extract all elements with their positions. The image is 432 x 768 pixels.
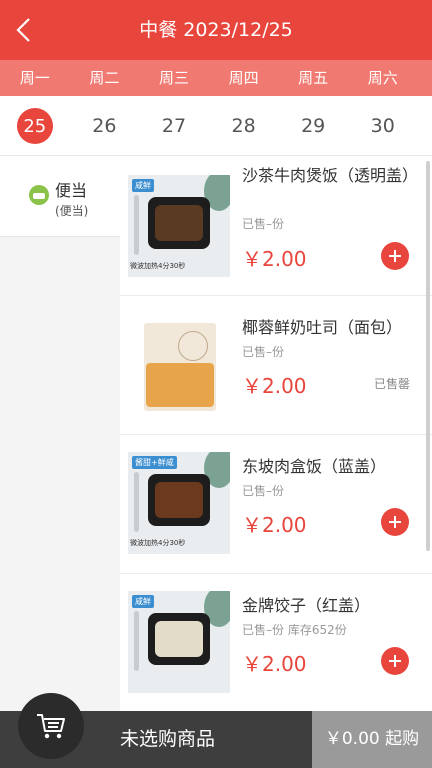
weekday-label: 周二 xyxy=(89,69,120,87)
weekday-label: 周三 xyxy=(158,69,189,87)
product-list[interactable]: 咸鲜 微波加热4分30秒 沙茶牛肉煲饭（透明盖） 已售–份 ￥2.00 椰蓉鲜奶… xyxy=(120,157,432,711)
product-image xyxy=(128,315,230,417)
date-selected[interactable]: 25 xyxy=(0,96,70,156)
product-name: 沙茶牛肉煲饭（透明盖） xyxy=(242,166,419,185)
weekday-label: 周五 xyxy=(298,69,329,87)
flavor-tag: 咸鲜 xyxy=(132,595,154,608)
product-price: ￥2.00 xyxy=(242,374,307,398)
date-option[interactable]: 26 xyxy=(70,96,140,156)
checkout-button[interactable]: ￥0.00 起购 xyxy=(312,711,432,768)
cart-icon xyxy=(37,714,65,739)
plus-icon xyxy=(389,516,401,528)
date-option[interactable]: 28 xyxy=(209,96,279,156)
category-item-bento[interactable]: 便当 (便当) xyxy=(0,157,120,237)
plus-icon xyxy=(389,655,401,667)
product-price: ￥2.00 xyxy=(242,652,307,676)
flavor-tag: 咸鲜 xyxy=(132,179,154,192)
date-number: 25 xyxy=(16,108,53,144)
date-option[interactable]: 30 xyxy=(348,96,418,156)
sold-count: 已售–份 xyxy=(242,217,285,231)
product-price: ￥2.00 xyxy=(242,247,307,271)
product-image: 咸鲜 xyxy=(128,591,230,693)
app-header: 中餐 2023/12/25 xyxy=(0,0,432,60)
sold-count: 已售–份 xyxy=(242,345,285,359)
product-price: ￥2.00 xyxy=(242,513,307,537)
date-option[interactable]: 27 xyxy=(139,96,209,156)
flavor-tag: 酱甜+鲜咸 xyxy=(132,456,177,469)
product-item[interactable]: 咸鲜 微波加热4分30秒 沙茶牛肉煲饭（透明盖） 已售–份 ￥2.00 xyxy=(120,157,432,296)
weekday-label: 周一 xyxy=(19,69,50,87)
category-subtitle: (便当) xyxy=(55,204,89,218)
heating-tip: 微波加热4分30秒 xyxy=(130,539,186,547)
product-item[interactable]: 咸鲜 金牌饺子（红盖） 已售–份 库存652份 ￥2.00 xyxy=(120,574,432,711)
bento-icon xyxy=(29,185,49,205)
product-item[interactable]: 酱甜+鲜咸 微波加热4分30秒 东坡肉盒饭（蓝盖） 已售–份 ￥2.00 xyxy=(120,435,432,574)
scrollbar[interactable] xyxy=(426,161,430,551)
sold-count: 已售–份 库存652份 xyxy=(242,623,347,637)
add-to-cart-button[interactable] xyxy=(381,242,409,270)
product-item[interactable]: 椰蓉鲜奶吐司（面包） 已售–份 ￥2.00 已售罄 xyxy=(120,296,432,435)
product-name: 金牌饺子（红盖） xyxy=(242,596,371,615)
page-title: 中餐 2023/12/25 xyxy=(139,19,293,41)
sold-out-label: 已售罄 xyxy=(374,377,411,391)
weekday-label: 周四 xyxy=(228,69,259,87)
category-sidebar: 便当 (便当) xyxy=(0,157,120,711)
category-name: 便当 xyxy=(55,181,88,200)
weekday-bar: 周一 周二 周三 周四 周五 周六 xyxy=(0,60,432,96)
add-to-cart-button[interactable] xyxy=(381,508,409,536)
cart-button[interactable] xyxy=(18,693,84,759)
add-to-cart-button[interactable] xyxy=(381,647,409,675)
weekday-label: 周六 xyxy=(367,69,398,87)
date-selector: 25 26 27 28 29 30 xyxy=(0,96,432,156)
date-option[interactable]: 29 xyxy=(278,96,348,156)
heating-tip: 微波加热4分30秒 xyxy=(130,262,186,270)
cart-summary: 未选购商品 xyxy=(120,728,216,750)
plus-icon xyxy=(389,250,401,262)
product-name: 东坡肉盒饭（蓝盖） xyxy=(242,457,387,476)
product-image: 咸鲜 微波加热4分30秒 xyxy=(128,175,230,277)
cart-bar: 未选购商品 ￥0.00 起购 xyxy=(0,693,432,768)
product-name: 椰蓉鲜奶吐司（面包） xyxy=(242,318,403,337)
sold-count: 已售–份 xyxy=(242,484,285,498)
product-image: 酱甜+鲜咸 微波加热4分30秒 xyxy=(128,452,230,554)
